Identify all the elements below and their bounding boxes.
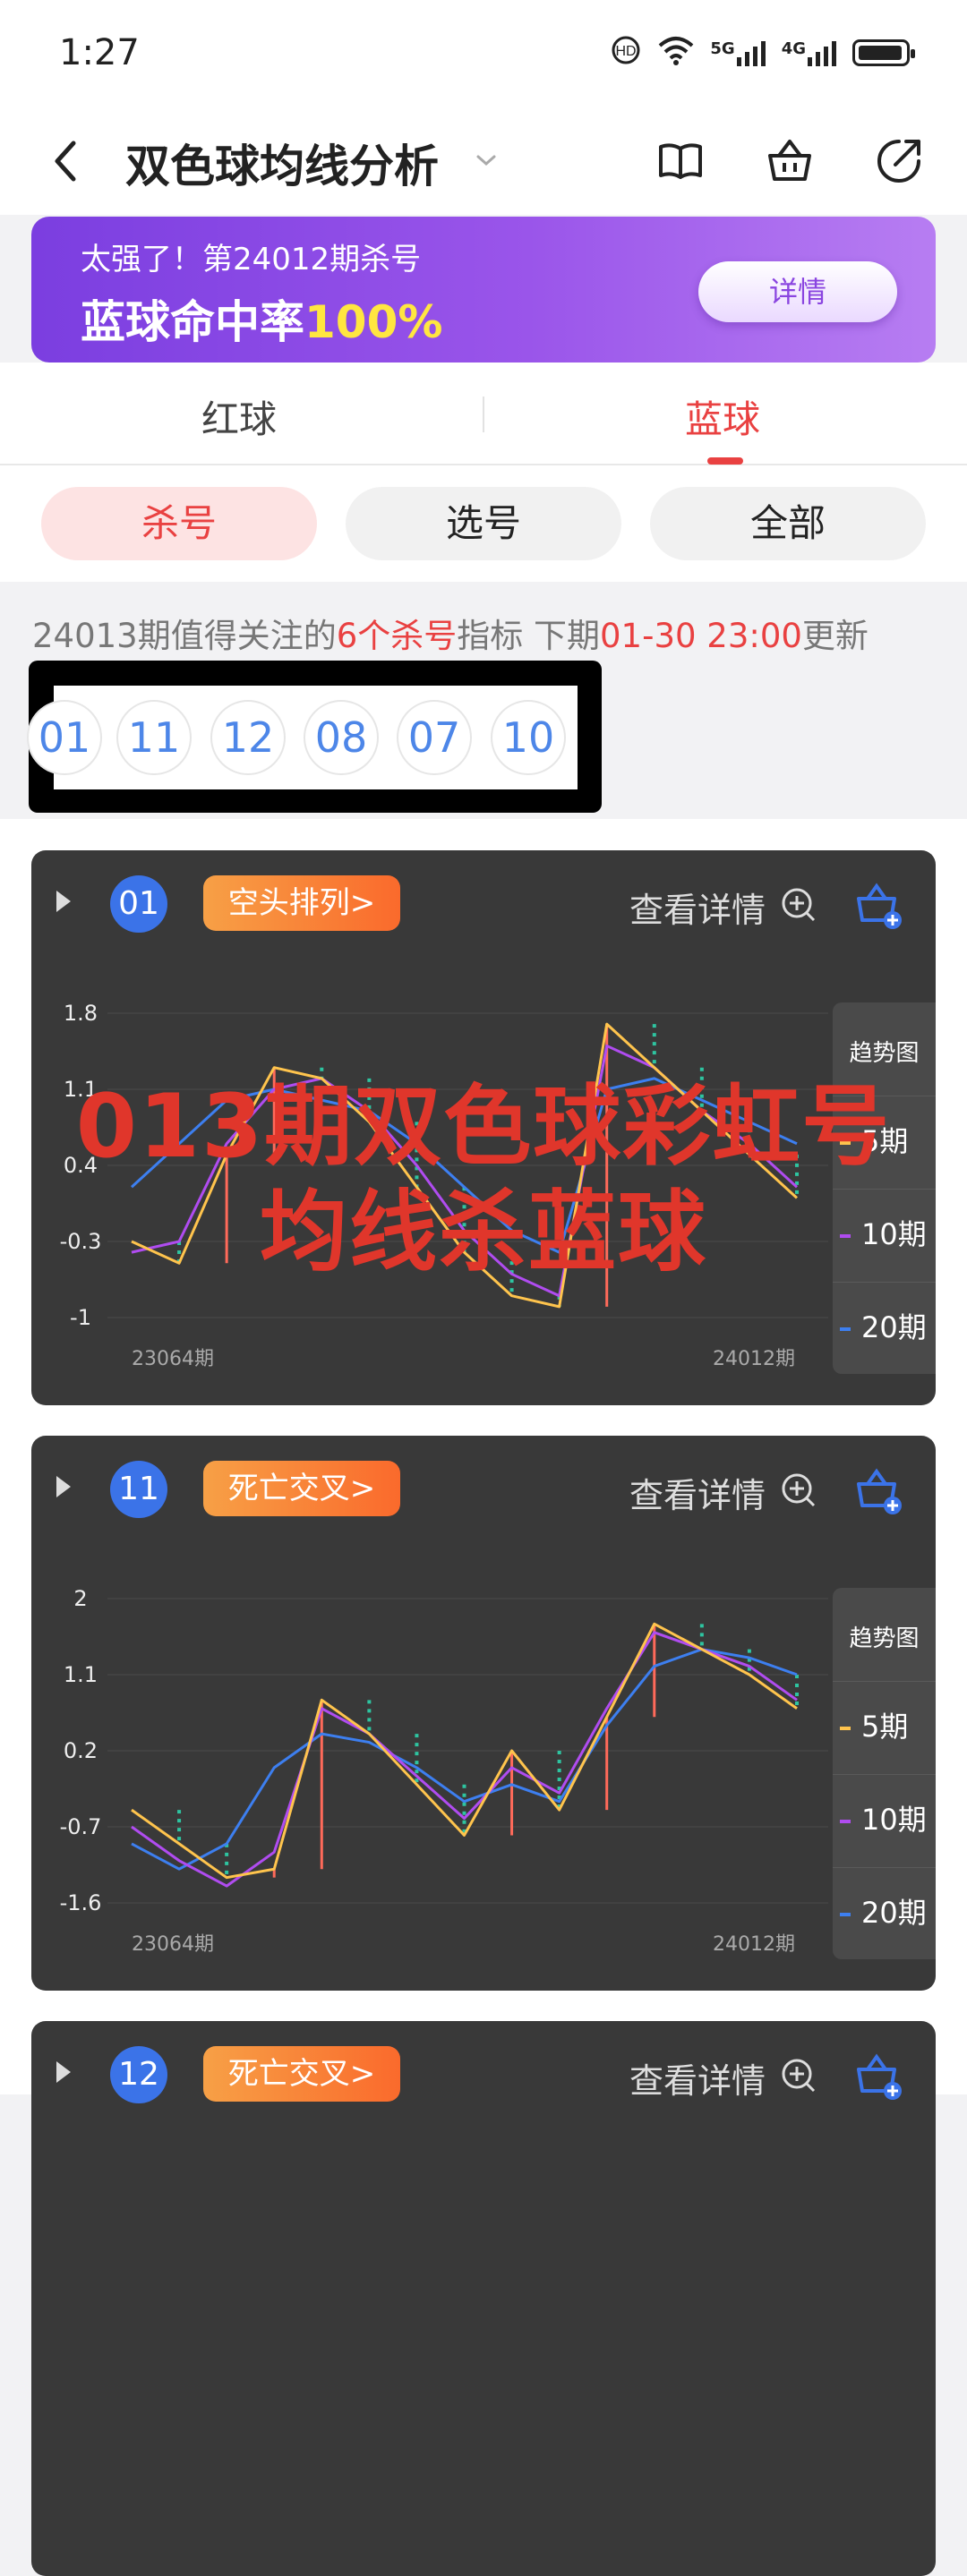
status-bar: 1:27 HD 5G 4G	[0, 0, 967, 107]
x-start-label: 23064期	[132, 1348, 214, 1370]
chevron-down-icon[interactable]	[473, 147, 500, 174]
basket-icon[interactable]	[763, 134, 817, 188]
banner-line2: 蓝球命中率100%	[81, 286, 442, 351]
banner-detail-button[interactable]: 详情	[698, 261, 897, 322]
tab-red-ball[interactable]: 红球	[201, 389, 277, 444]
kill-ball[interactable]: 08	[304, 700, 379, 775]
legend-label: 5期	[861, 1710, 909, 1744]
legend-divider	[833, 1867, 936, 1868]
y-tick-label: -0.7	[60, 1814, 102, 1839]
5g-signal-icon: 5G	[710, 39, 766, 66]
legend-label: 10期	[861, 1217, 927, 1251]
x-start-label: 23064期	[132, 1933, 214, 1956]
info-count: 6个杀号	[336, 617, 458, 655]
y-tick-label: -1	[70, 1305, 91, 1330]
legend-label: 5期	[861, 1124, 909, 1158]
card-tag[interactable]: 死亡交叉>	[203, 2046, 400, 2102]
y-tick-label: 1.1	[64, 1662, 98, 1687]
banner-prefix: 蓝球命中率	[81, 296, 304, 348]
info-suffix: 更新	[801, 617, 869, 655]
y-tick-label: 1.1	[64, 1077, 98, 1102]
legend-divider	[833, 1774, 936, 1775]
ma10-line	[131, 1631, 798, 1888]
legend-label: 20期	[861, 1310, 927, 1344]
4g-signal-icon: 4G	[782, 39, 838, 66]
legend-ma20[interactable]: 20期	[840, 1305, 927, 1346]
legend-title: 趋势图	[849, 1625, 920, 1652]
promo-banner[interactable]: 太强了！第24012期杀号 蓝球命中率100% 详情	[31, 217, 936, 363]
x-end-label: 24012期	[713, 1933, 795, 1956]
y-tick-label: 0.4	[64, 1153, 98, 1178]
kill-ball[interactable]: 12	[210, 700, 286, 775]
tab-indicator	[707, 457, 743, 465]
tab-blue-ball[interactable]: 蓝球	[685, 389, 760, 444]
ma10-line	[131, 1044, 799, 1298]
net2-label: 4G	[781, 39, 806, 58]
kill-ball[interactable]: 11	[116, 700, 192, 775]
info-time: 01-30 23:00	[600, 617, 802, 655]
card-ball-number: 12	[110, 2046, 167, 2103]
filter-chips: 杀号 选号 全部	[0, 465, 967, 582]
legend-ma20[interactable]: 20期	[840, 1890, 927, 1932]
chip-all[interactable]: 全部	[650, 487, 926, 560]
info-mid: 指标 下期	[457, 617, 601, 655]
kill-ball[interactable]: 01	[27, 700, 102, 775]
legend-divider	[833, 1282, 936, 1283]
tab-divider	[483, 397, 484, 432]
page-title[interactable]: 双色球均线分析	[125, 131, 439, 195]
indicator-card: 12 死亡交叉> 查看详情	[31, 2021, 936, 2576]
view-detail-link[interactable]: 查看详情	[629, 2053, 766, 2103]
chip-kill[interactable]: 杀号	[41, 487, 317, 560]
y-tick-label: -0.3	[60, 1229, 102, 1254]
kill-ball[interactable]: 10	[491, 700, 566, 775]
book-icon[interactable]	[654, 134, 707, 188]
ball-tabs: 红球 蓝球	[0, 363, 967, 465]
indicator-card: 11 死亡交叉> 查看详情 2 1.1 0.2 -0.7 -1.6 23064期…	[31, 1436, 936, 1991]
legend-label: 20期	[861, 1896, 927, 1930]
chip-select[interactable]: 选号	[346, 487, 621, 560]
info-prefix: 24013期值得关注的	[32, 617, 337, 655]
legend-ma10[interactable]: 10期	[840, 1797, 927, 1838]
hd-call-icon: HD	[610, 34, 642, 72]
banner-hit-rate: 100%	[304, 296, 443, 348]
expand-arrow-icon[interactable]	[56, 2061, 71, 2083]
back-icon[interactable]	[39, 134, 93, 188]
x-end-label: 24012期	[713, 1348, 795, 1370]
info-text: 24013期值得关注的6个杀号指标 下期01-30 23:00更新	[32, 609, 869, 657]
svg-text:HD: HD	[616, 44, 637, 59]
legend-divider	[833, 1189, 936, 1190]
status-time: 1:27	[59, 32, 140, 73]
legend-label: 10期	[861, 1803, 927, 1837]
net1-label: 5G	[710, 39, 735, 58]
legend-panel: 趋势图 5期 10期 20期	[833, 1588, 936, 1959]
y-tick-label: 1.8	[64, 1001, 98, 1026]
y-tick-label: 2	[73, 1586, 87, 1611]
kill-ball[interactable]: 07	[397, 700, 472, 775]
status-icons: HD 5G 4G	[610, 34, 915, 72]
wifi-icon	[656, 35, 696, 71]
indicator-card: 01 空头排列> 查看详情 1.8 1.1 0.4 -0.3 -1 23064期…	[31, 850, 936, 1405]
legend-ma5[interactable]: 5期	[840, 1119, 908, 1160]
y-tick-label: 0.2	[64, 1738, 98, 1763]
legend-panel: 趋势图 5期 10期 20期	[833, 1002, 936, 1374]
ma-chart: 1.8 1.1 0.4 -0.3 -1 23064期 24012期	[60, 1001, 828, 1370]
zoom-plus-icon[interactable]	[780, 2057, 819, 2096]
share-icon[interactable]	[872, 134, 926, 188]
banner-line1: 太强了！第24012期杀号	[81, 242, 422, 277]
legend-title: 趋势图	[849, 1040, 920, 1067]
legend-ma10[interactable]: 10期	[840, 1212, 927, 1253]
legend-divider	[833, 1681, 936, 1682]
header: 双色球均线分析	[0, 107, 967, 215]
battery-icon	[852, 39, 915, 66]
legend-ma5[interactable]: 5期	[840, 1704, 908, 1745]
y-tick-label: -1.6	[60, 1890, 102, 1915]
ma-chart: 2 1.1 0.2 -0.7 -1.6 23064期 24012期	[60, 1586, 828, 1956]
